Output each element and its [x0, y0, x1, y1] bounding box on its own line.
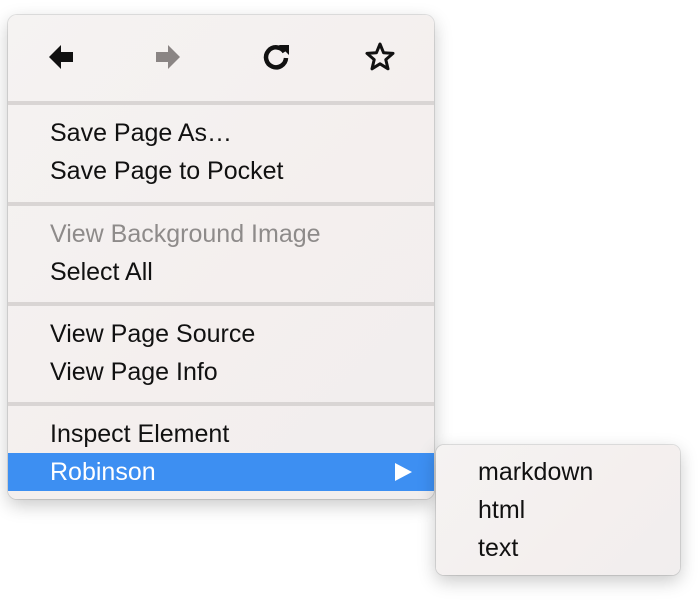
- submenu-item-html[interactable]: html: [436, 491, 680, 529]
- menu-separator: [8, 402, 434, 406]
- context-menu: Save Page As… Save Page to Pocket View B…: [8, 15, 434, 499]
- menu-separator: [8, 101, 434, 105]
- menu-item-label: Select All: [50, 258, 153, 286]
- menu-item-label: View Background Image: [50, 220, 321, 248]
- navigation-toolbar: [8, 15, 434, 101]
- submenu-item-markdown[interactable]: markdown: [436, 453, 680, 491]
- submenu-item-label: markdown: [478, 458, 594, 486]
- menu-item-label: Save Page to Pocket: [50, 157, 284, 185]
- submenu-arrow-icon: [395, 463, 412, 481]
- menu-item-label: Robinson: [50, 458, 156, 486]
- menu-item-view-page-info[interactable]: View Page Info: [8, 353, 434, 391]
- menu-separator: [8, 302, 434, 306]
- menu-item-label: Save Page As…: [50, 119, 233, 147]
- menu-item-label: View Page Info: [50, 358, 218, 386]
- menu-item-inspect-element[interactable]: Inspect Element: [8, 415, 434, 453]
- robinson-submenu: markdown html text: [436, 445, 680, 575]
- menu-item-label: View Page Source: [50, 320, 256, 348]
- menu-item-view-page-source[interactable]: View Page Source: [8, 315, 434, 353]
- menu-item-save-to-pocket[interactable]: Save Page to Pocket: [8, 152, 434, 190]
- reload-button[interactable]: [256, 37, 296, 77]
- submenu-item-label: html: [478, 496, 526, 524]
- submenu-item-text[interactable]: text: [436, 529, 680, 567]
- arrow-left-icon: [49, 45, 73, 69]
- menu-item-label: Inspect Element: [50, 420, 230, 448]
- menu-item-select-all[interactable]: Select All: [8, 253, 434, 291]
- menu-item-view-background-image: View Background Image: [8, 215, 434, 253]
- arrow-right-icon: [156, 45, 180, 69]
- bookmark-button[interactable]: [360, 37, 400, 77]
- star-icon: [365, 42, 395, 71]
- submenu-item-label: text: [478, 534, 519, 562]
- forward-button[interactable]: [148, 37, 188, 77]
- menu-item-save-page-as[interactable]: Save Page As…: [8, 114, 434, 152]
- reload-icon: [263, 45, 289, 70]
- back-button[interactable]: [41, 37, 81, 77]
- menu-item-robinson[interactable]: Robinson: [8, 453, 434, 491]
- menu-separator: [8, 202, 434, 206]
